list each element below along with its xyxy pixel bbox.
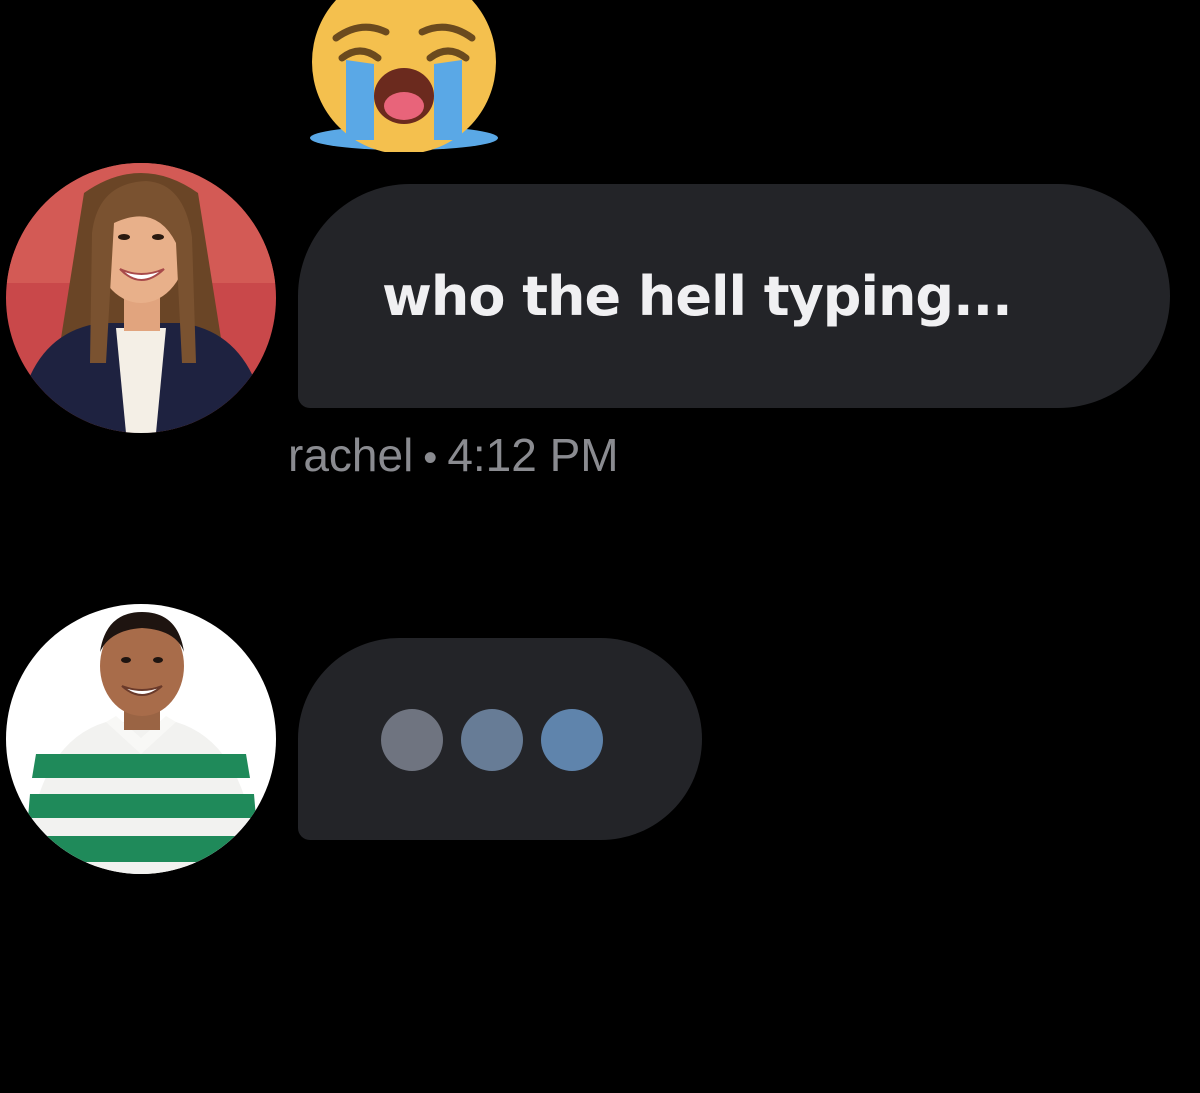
message-text: who the hell typing... xyxy=(382,264,1013,328)
loudly-crying-face-icon xyxy=(306,0,502,154)
message-bubble[interactable]: who the hell typing... xyxy=(298,184,1170,408)
message-author: rachel xyxy=(288,429,414,481)
message-meta: rachel • 4:12 PM xyxy=(288,428,619,482)
typing-dot xyxy=(541,709,603,771)
avatar-typing-user[interactable] xyxy=(6,604,276,874)
typing-dot xyxy=(461,709,523,771)
typing-dot xyxy=(381,709,443,771)
avatar-rachel[interactable] xyxy=(6,163,276,433)
message-timestamp: 4:12 PM xyxy=(447,429,619,481)
meta-separator: • xyxy=(423,436,438,480)
